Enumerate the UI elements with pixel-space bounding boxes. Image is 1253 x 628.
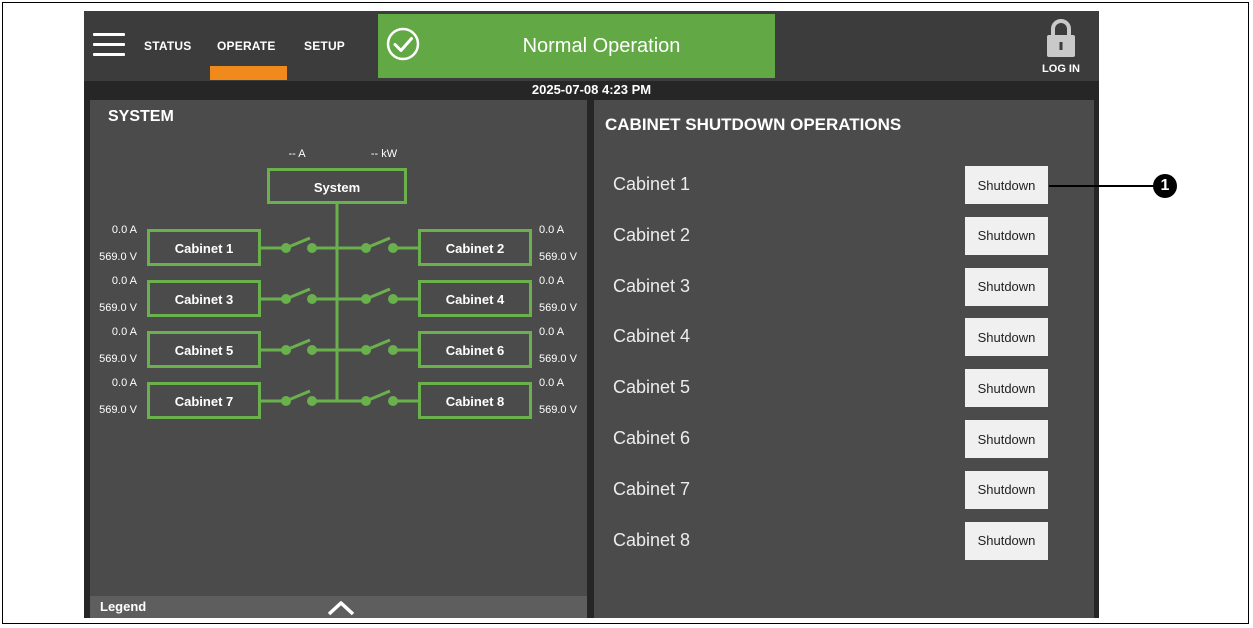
hmi-screen: STATUS OPERATE SETUP Normal Operation LO… bbox=[84, 11, 1099, 618]
system-current: -- A bbox=[288, 148, 306, 160]
breaker-contact bbox=[281, 396, 291, 406]
cabinet-node-label: Cabinet 3 bbox=[175, 292, 234, 307]
cabinet-row-label: Cabinet 2 bbox=[613, 224, 691, 245]
cabinet-node-label: Cabinet 5 bbox=[175, 343, 234, 358]
cabinet-row-label: Cabinet 5 bbox=[613, 377, 691, 398]
cabinet-node-label: Cabinet 8 bbox=[446, 394, 505, 409]
cabinet-voltage: 569.0 V bbox=[539, 251, 578, 263]
cabinet-current: 0.0 A bbox=[112, 275, 138, 287]
shutdown-button[interactable]: Shutdown bbox=[965, 216, 1048, 255]
cabinet-current: 0.0 A bbox=[539, 275, 565, 287]
cabinet-row-label: Cabinet 7 bbox=[613, 478, 691, 499]
cabinet-current: 0.0 A bbox=[539, 326, 565, 338]
tab-setup[interactable]: SETUP bbox=[304, 39, 345, 53]
top-bar: STATUS OPERATE SETUP Normal Operation LO… bbox=[84, 11, 1099, 81]
login-button[interactable]: LOG IN bbox=[1039, 63, 1083, 75]
shutdown-button[interactable]: Shutdown bbox=[965, 267, 1048, 306]
cabinet-row-label: Cabinet 1 bbox=[613, 174, 691, 194]
cabinet-node-label: Cabinet 6 bbox=[446, 343, 505, 358]
cabinet-node-label: Cabinet 1 bbox=[175, 241, 234, 256]
cabinet-row-label: Cabinet 8 bbox=[613, 529, 691, 550]
callout-number: 1 bbox=[1153, 174, 1177, 198]
chevron-up-icon[interactable] bbox=[326, 600, 356, 616]
cabinet-voltage: 569.0 V bbox=[99, 353, 138, 365]
cabinet-voltage: 569.0 V bbox=[99, 251, 138, 263]
cabinet-voltage: 569.0 V bbox=[539, 404, 578, 416]
cabinet-voltage: 569.0 V bbox=[539, 353, 578, 365]
legend-label: Legend bbox=[100, 599, 147, 614]
cabinet-current: 0.0 A bbox=[539, 224, 565, 236]
breaker-blade bbox=[365, 389, 391, 403]
shutdown-button[interactable]: Shutdown bbox=[965, 420, 1048, 458]
shutdown-button[interactable]: Shutdown bbox=[965, 166, 1048, 204]
breaker-contact bbox=[281, 345, 291, 355]
cabinet-voltage: 569.0 V bbox=[99, 404, 138, 416]
breaker-contact bbox=[281, 294, 291, 304]
cabinet-voltage: 569.0 V bbox=[99, 302, 138, 314]
tab-operate[interactable]: OPERATE bbox=[217, 39, 276, 53]
shutdown-button[interactable]: Shutdown bbox=[965, 521, 1048, 560]
cabinet-row-label: Cabinet 6 bbox=[613, 428, 691, 448]
shutdown-button[interactable]: Shutdown bbox=[965, 369, 1048, 408]
datetime: 2025-07-08 4:23 PM bbox=[84, 81, 1099, 99]
lock-icon[interactable] bbox=[1045, 18, 1077, 58]
cabinet-row-label: Cabinet 3 bbox=[613, 275, 691, 296]
system-panel: SYSTEM -- A -- kW System Cabinet 1 0.0 A5… bbox=[90, 100, 587, 618]
cabinet-current: 0.0 A bbox=[539, 377, 565, 389]
callout-leader-line bbox=[1049, 185, 1157, 187]
shutdown-button[interactable]: Shutdown bbox=[965, 318, 1048, 357]
breaker-blade bbox=[365, 338, 391, 352]
cabinet-node-label: Cabinet 2 bbox=[446, 241, 505, 256]
breaker-blade bbox=[365, 236, 391, 250]
system-one-line-diagram: -- A -- kW System Cabinet 1 0.0 A 569.0 V C… bbox=[99, 148, 578, 419]
cabinet-current: 0.0 A bbox=[112, 326, 138, 338]
cabinet-shutdown-title: CABINET SHUTDOWN OPERATIONS bbox=[605, 115, 902, 134]
system-power: -- kW bbox=[371, 148, 398, 160]
cabinet-voltage: 569.0 V bbox=[539, 302, 578, 314]
tab-status[interactable]: STATUS bbox=[144, 39, 191, 53]
cabinet-current: 0.0 A bbox=[112, 377, 138, 389]
system-node-label: System bbox=[314, 180, 360, 195]
cabinet-node-label: Cabinet 7 bbox=[175, 394, 234, 409]
cabinet-shutdown-panel: CABINET SHUTDOWN OPERATIONS Cabinet 1 Shu… bbox=[594, 100, 1094, 618]
breaker-contact bbox=[281, 243, 291, 253]
cabinet-current: 0.0 A bbox=[112, 224, 138, 236]
status-text: Normal Operation bbox=[522, 35, 681, 57]
legend-bar[interactable]: Legend bbox=[90, 596, 587, 618]
status-banner: Normal Operation bbox=[378, 14, 775, 78]
breaker-blade bbox=[365, 287, 391, 301]
cabinet-node-label: Cabinet 4 bbox=[446, 292, 505, 307]
cabinet-row-label: Cabinet 4 bbox=[613, 326, 691, 347]
shutdown-button[interactable]: Shutdown bbox=[965, 470, 1048, 509]
active-tab-indicator bbox=[210, 66, 287, 80]
hamburger-menu-icon[interactable] bbox=[93, 33, 125, 57]
